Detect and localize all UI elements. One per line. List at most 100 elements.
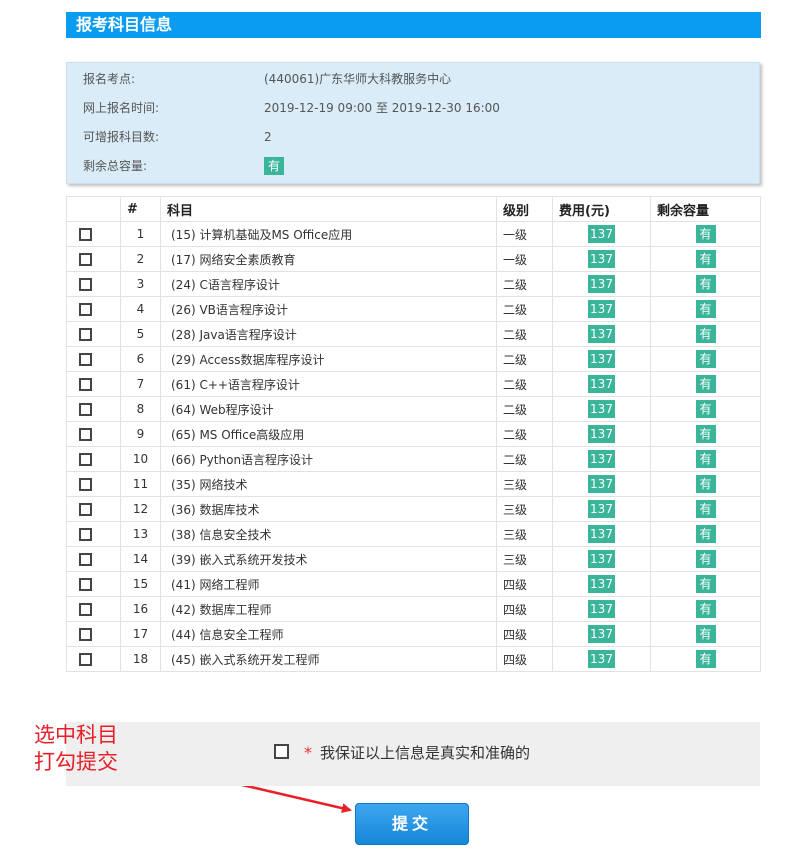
- subject-checkbox[interactable]: [79, 428, 92, 441]
- row-fee-cell: 137: [552, 596, 651, 622]
- row-fee-cell: 137: [552, 296, 651, 322]
- row-subject: (28) Java语言程序设计: [160, 321, 497, 347]
- row-capacity-cell: 有: [650, 621, 761, 647]
- row-level: 四级: [496, 621, 553, 647]
- subject-checkbox[interactable]: [79, 603, 92, 616]
- row-fee-cell: 137: [552, 521, 651, 547]
- subject-checkbox[interactable]: [79, 578, 92, 591]
- capacity-badge: 有: [695, 250, 716, 268]
- row-fee-cell: 137: [552, 496, 651, 522]
- confirm-checkbox[interactable]: [274, 744, 289, 759]
- row-index: 15: [120, 571, 161, 597]
- row-subject: (15) 计算机基础及MS Office应用: [160, 221, 497, 247]
- fee-badge: 137: [588, 250, 615, 268]
- fee-badge: 137: [588, 575, 615, 593]
- fee-badge: 137: [588, 275, 615, 293]
- subject-checkbox[interactable]: [79, 478, 92, 491]
- capacity-badge: 有: [695, 575, 716, 593]
- row-select-cell: [66, 296, 121, 322]
- row-level: 四级: [496, 571, 553, 597]
- row-capacity-cell: 有: [650, 271, 761, 297]
- submit-button[interactable]: 提交: [355, 803, 469, 845]
- header-capacity: 剩余容量: [650, 196, 761, 222]
- row-select-cell: [66, 271, 121, 297]
- subjects-table: # 科目 级别 费用(元) 剩余容量 1 (15) 计算机基础及MS Office…: [66, 196, 761, 672]
- capacity-badge: 有: [695, 375, 716, 393]
- fee-badge: 137: [588, 525, 615, 543]
- row-index: 10: [120, 446, 161, 472]
- fee-badge: 137: [588, 450, 615, 468]
- row-level: 二级: [496, 346, 553, 372]
- row-select-cell: [66, 646, 121, 672]
- row-fee-cell: 137: [552, 546, 651, 572]
- row-subject: (41) 网络工程师: [160, 571, 497, 597]
- row-fee-cell: 137: [552, 371, 651, 397]
- info-value: 2: [264, 130, 272, 144]
- row-fee-cell: 137: [552, 446, 651, 472]
- subject-checkbox[interactable]: [79, 553, 92, 566]
- annotation-line-1: 选中科目: [34, 723, 118, 747]
- row-subject: (39) 嵌入式系统开发技术: [160, 546, 497, 572]
- capacity-badge: 有: [695, 450, 716, 468]
- row-capacity-cell: 有: [650, 421, 761, 447]
- row-fee-cell: 137: [552, 396, 651, 422]
- row-capacity-cell: 有: [650, 546, 761, 572]
- table-row: 1 (15) 计算机基础及MS Office应用 一级 137 有: [66, 221, 761, 247]
- subject-checkbox[interactable]: [79, 328, 92, 341]
- row-index: 1: [120, 221, 161, 247]
- table-row: 2 (17) 网络安全素质教育 一级 137 有: [66, 246, 761, 272]
- header-subject: 科目: [160, 196, 497, 222]
- row-capacity-cell: 有: [650, 221, 761, 247]
- table-row: 18 (45) 嵌入式系统开发工程师 四级 137 有: [66, 646, 761, 672]
- header-level: 级别: [496, 196, 553, 222]
- subject-checkbox[interactable]: [79, 303, 92, 316]
- row-level: 二级: [496, 446, 553, 472]
- row-subject: (45) 嵌入式系统开发工程师: [160, 646, 497, 672]
- header-index: #: [120, 196, 161, 222]
- info-panel: 报名考点: (440061)广东华师大科教服务中心 网上报名时间: 2019-1…: [66, 62, 760, 184]
- row-index: 12: [120, 496, 161, 522]
- subject-checkbox[interactable]: [79, 403, 92, 416]
- info-value: 有: [264, 154, 284, 178]
- row-capacity-cell: 有: [650, 496, 761, 522]
- subject-checkbox[interactable]: [79, 253, 92, 266]
- subject-checkbox[interactable]: [79, 503, 92, 516]
- row-level: 二级: [496, 296, 553, 322]
- annotation-text: 选中科目 打勾提交: [34, 722, 118, 776]
- row-index: 4: [120, 296, 161, 322]
- capacity-badge: 有: [695, 300, 716, 318]
- capacity-badge: 有: [695, 275, 716, 293]
- subject-checkbox[interactable]: [79, 228, 92, 241]
- row-select-cell: [66, 396, 121, 422]
- fee-badge: 137: [588, 500, 615, 518]
- row-select-cell: [66, 321, 121, 347]
- header-select: [66, 196, 121, 222]
- subject-checkbox[interactable]: [79, 453, 92, 466]
- info-label: 网上报名时间:: [83, 101, 160, 115]
- row-subject: (24) C语言程序设计: [160, 271, 497, 297]
- row-fee-cell: 137: [552, 646, 651, 672]
- row-level: 三级: [496, 521, 553, 547]
- row-subject: (42) 数据库工程师: [160, 596, 497, 622]
- subject-checkbox[interactable]: [79, 378, 92, 391]
- subject-checkbox[interactable]: [79, 653, 92, 666]
- row-index: 14: [120, 546, 161, 572]
- fee-badge: 137: [588, 325, 615, 343]
- subject-checkbox[interactable]: [79, 528, 92, 541]
- row-select-cell: [66, 496, 121, 522]
- subject-checkbox[interactable]: [79, 628, 92, 641]
- capacity-badge: 有: [695, 400, 716, 418]
- row-level: 二级: [496, 421, 553, 447]
- row-select-cell: [66, 546, 121, 572]
- capacity-badge: 有: [695, 600, 716, 618]
- capacity-badge: 有: [695, 425, 716, 443]
- fee-badge: 137: [588, 225, 615, 243]
- row-fee-cell: 137: [552, 246, 651, 272]
- row-index: 3: [120, 271, 161, 297]
- capacity-badge: 有: [695, 650, 716, 668]
- row-index: 11: [120, 471, 161, 497]
- subject-checkbox[interactable]: [79, 278, 92, 291]
- row-select-cell: [66, 596, 121, 622]
- row-subject: (65) MS Office高级应用: [160, 421, 497, 447]
- subject-checkbox[interactable]: [79, 353, 92, 366]
